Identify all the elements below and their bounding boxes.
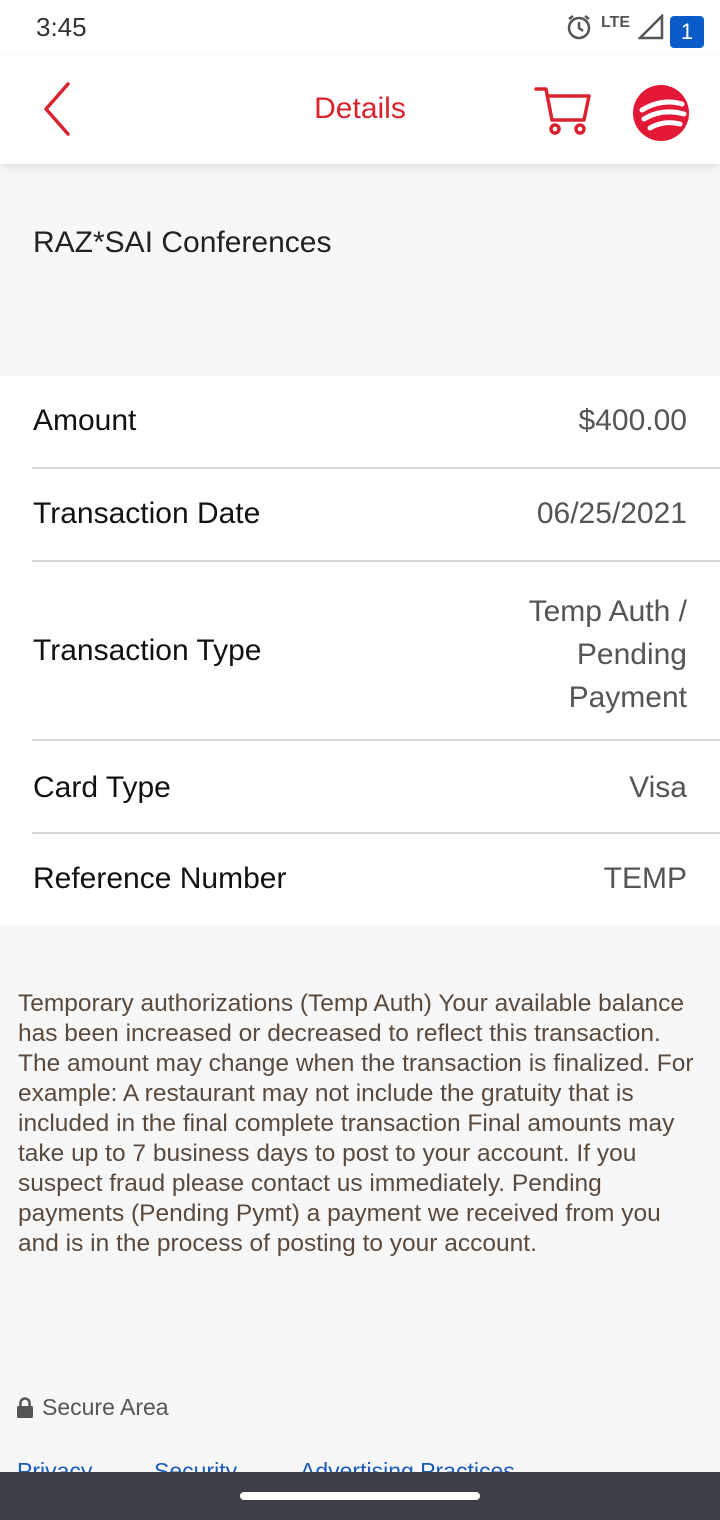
alarm-icon (567, 15, 591, 40)
card-type-label: Card Type (33, 771, 171, 804)
page-title: Details (314, 92, 406, 125)
transaction-details: Amount $400.00 Transaction Date 06/25/20… (0, 376, 720, 925)
transaction-type-line: Temp Auth / (528, 595, 687, 628)
amount-label: Amount (33, 404, 137, 437)
lock-icon (17, 1396, 33, 1418)
advertising-practices-link[interactable]: Advertising Practices (300, 1458, 515, 1472)
reference-number-label: Reference Number (33, 862, 287, 895)
privacy-link[interactable]: Privacy (17, 1458, 92, 1472)
secure-area-label: Secure Area (42, 1394, 169, 1420)
transaction-type-value: Temp Auth / Pending Payment (529, 590, 687, 719)
card-type-value: Visa (629, 771, 687, 804)
transaction-type-line: Pending (576, 638, 687, 671)
transaction-type-label: Transaction Type (33, 634, 262, 667)
reference-number-row: Reference Number TEMP (0, 834, 720, 925)
footer-links: Privacy Security Advertising Practices (0, 1458, 720, 1472)
signal-icon (638, 14, 664, 40)
merchant-name: RAZ*SAI Conferences (33, 226, 332, 259)
reference-number-value: TEMP (603, 862, 687, 895)
system-nav-bar (0, 1472, 720, 1520)
app-bar: Details 1 (0, 14, 720, 164)
transaction-date-label: Transaction Date (33, 497, 261, 530)
notification-badge[interactable]: 1 (668, 14, 706, 50)
transaction-type-row: Transaction Type Temp Auth / Pending Pay… (0, 562, 720, 740)
transaction-type-line: Payment (568, 681, 687, 714)
card-type-row: Card Type Visa (0, 741, 720, 833)
brand-logo-icon[interactable] (632, 84, 690, 142)
status-time: 3:45 (36, 12, 87, 42)
amount-row: Amount $400.00 (0, 376, 720, 468)
disclaimer-text: Temporary authorizations (Temp Auth) You… (18, 990, 694, 1257)
home-gesture-handle[interactable] (240, 1492, 480, 1500)
cart-icon[interactable] (534, 84, 592, 136)
secure-area: Secure Area (16, 1394, 169, 1421)
transaction-date-value: 06/25/2021 (536, 497, 687, 530)
security-link[interactable]: Security (154, 1458, 237, 1472)
amount-value: $400.00 (578, 404, 687, 437)
transaction-date-row: Transaction Date 06/25/2021 (0, 469, 720, 561)
status-bar: 3:45 LTE (0, 0, 720, 56)
network-type: LTE (600, 14, 630, 31)
